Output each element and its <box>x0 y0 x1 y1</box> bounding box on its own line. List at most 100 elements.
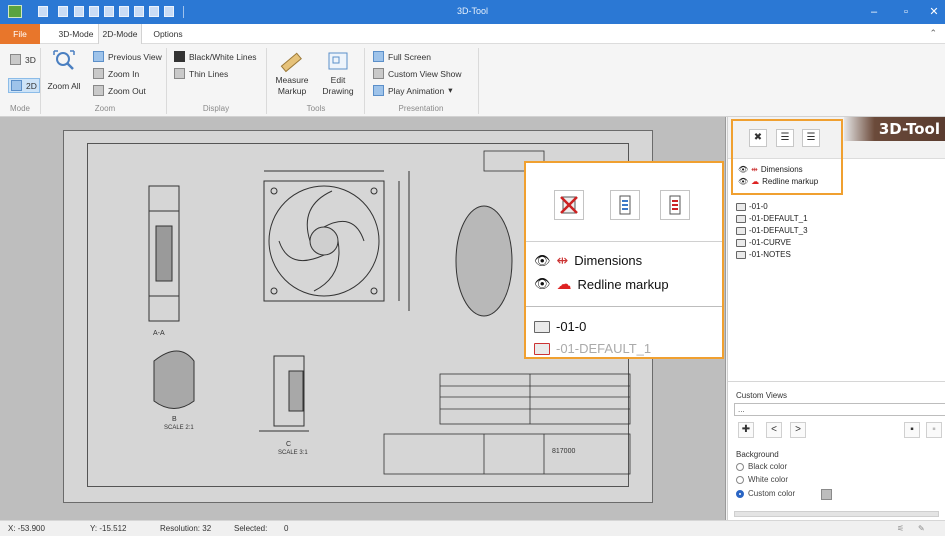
mode-2d-button[interactable]: 2D <box>8 78 40 93</box>
detail-c-scale: SCALE 3:1 <box>278 450 308 456</box>
group-mode-label: Mode <box>9 104 30 113</box>
group-separator <box>478 48 479 114</box>
collapse-ribbon-icon[interactable]: ⌃ <box>929 28 937 39</box>
maximize-icon[interactable]: ▫ <box>898 4 914 20</box>
black-white-icon <box>174 51 185 62</box>
mode-3d-button[interactable]: 3D <box>10 54 36 65</box>
dimension-icon: ⇹ <box>751 165 758 174</box>
save-view-icon[interactable]: ▪ <box>904 422 920 438</box>
tab-2d-mode[interactable]: 2D-Mode <box>98 24 142 44</box>
tab-file[interactable]: File <box>0 24 40 44</box>
previous-view-icon[interactable]: < <box>766 422 782 438</box>
detail-b-label: B <box>172 416 177 423</box>
layer-stack-icon <box>736 238 746 247</box>
callout-tree-label: -01-0 <box>556 319 587 334</box>
group-display-label: Display <box>202 104 230 113</box>
selected-label: Selected: <box>234 524 268 533</box>
x-coordinate: X: -53.900 <box>8 524 45 533</box>
tree-item[interactable]: -01-CURVE <box>736 238 791 247</box>
play-animation-button[interactable]: Play Animation ▾ <box>373 85 453 96</box>
tree-item[interactable]: -01-DEFAULT_3 <box>736 226 808 235</box>
remove-layer-icon[interactable] <box>660 190 690 220</box>
black-white-lines-label: Black/White Lines <box>189 51 257 62</box>
tree-item-label: -01-CURVE <box>749 238 792 247</box>
tree-item-label: -01-NOTES <box>749 250 791 259</box>
detail-b-scale: SCALE 2:1 <box>164 425 194 431</box>
play-animation-icon <box>373 85 384 96</box>
cube-icon <box>10 54 21 65</box>
ruler-icon <box>280 52 302 73</box>
previous-view-icon <box>93 51 104 62</box>
callout-layer-redline[interactable]: 👁 ☁ Redline markup <box>534 275 669 293</box>
minimize-icon[interactable]: – <box>866 4 882 20</box>
eye-icon[interactable]: 👁 <box>534 276 551 292</box>
layer-list-icon[interactable] <box>610 190 640 220</box>
tab-3d-mode[interactable]: 3D-Mode <box>54 24 98 44</box>
custom-color-swatch[interactable] <box>821 489 832 500</box>
title-bar: 3D-Tool – ▫ ✕ <box>0 0 945 24</box>
measure-icon[interactable]: ⚟ <box>897 524 904 533</box>
group-separator <box>266 48 267 114</box>
zoom-in-button[interactable]: Zoom In <box>93 68 139 79</box>
thin-lines-icon <box>174 68 185 79</box>
y-coordinate: Y: -15.512 <box>90 524 127 533</box>
callout-tree-item[interactable]: -01-0 <box>534 319 586 334</box>
tree-item-label: -01-0 <box>749 202 768 211</box>
zoom-all-label: Zoom All <box>47 81 81 91</box>
group-separator <box>40 48 41 114</box>
group-tools-label: Tools <box>306 104 326 113</box>
eye-icon[interactable]: 👁 <box>738 165 748 174</box>
panel-divider <box>728 381 945 382</box>
delete-view-icon[interactable]: ▪ <box>926 422 942 438</box>
status-bar: X: -53.900 Y: -15.512 Resolution: 32 Sel… <box>0 520 945 536</box>
callout-separator <box>526 306 722 307</box>
custom-view-show-button[interactable]: Custom View Show <box>373 68 462 79</box>
full-screen-button[interactable]: Full Screen <box>373 51 431 62</box>
right-panel: 3D-Tool ✖ ☰ ☰ 👁 ⇹ Dimensions 👁 ☁ Redline… <box>727 117 945 520</box>
layer-dimensions[interactable]: 👁 ⇹ Dimensions <box>738 165 803 174</box>
radio-label: Custom color <box>748 489 796 498</box>
tree-item[interactable]: -01-0 <box>736 202 768 211</box>
horizontal-scrollbar[interactable] <box>734 511 939 517</box>
cloud-markup-icon: ☁ <box>751 177 760 186</box>
mode-2d-label: 2D <box>26 80 37 91</box>
callout-tree-item[interactable]: -01-DEFAULT_1 <box>534 341 651 356</box>
callout-tree-label: -01-DEFAULT_1 <box>556 341 652 356</box>
tree-item[interactable]: -01-NOTES <box>736 250 791 259</box>
zoom-in-label: Zoom In <box>108 68 140 79</box>
group-separator <box>166 48 167 114</box>
layer-redline-markup[interactable]: 👁 ☁ Redline markup <box>738 177 818 186</box>
custom-views-select[interactable]: ... <box>734 403 945 416</box>
close-icon[interactable]: ✕ <box>926 4 942 20</box>
add-view-icon[interactable]: ✚ <box>738 422 754 438</box>
thin-lines-button[interactable]: Thin Lines <box>174 68 228 79</box>
tree-item-label: -01-DEFAULT_1 <box>749 214 808 223</box>
hide-all-layers-icon[interactable] <box>554 190 584 220</box>
radio-icon <box>736 462 744 471</box>
app-logo: 3D-Tool <box>844 117 945 141</box>
part-number: 817000 <box>552 448 576 455</box>
zoom-all-icon <box>53 50 75 70</box>
tree-item-label: -01-DEFAULT_3 <box>749 226 808 235</box>
eye-icon[interactable]: 👁 <box>738 177 748 186</box>
layer-stack-icon <box>736 226 746 235</box>
black-white-lines-button[interactable]: Black/White Lines <box>174 51 257 62</box>
ribbon: 3D 2D Mode Zoom All Previous View Zoom I… <box>0 44 945 117</box>
mode-3d-label: 3D <box>25 54 36 65</box>
previous-view-button[interactable]: Previous View <box>93 51 162 62</box>
tree-item[interactable]: -01-DEFAULT_1 <box>736 214 808 223</box>
background-black-radio[interactable]: Black color <box>736 462 787 471</box>
next-view-icon[interactable]: > <box>790 422 806 438</box>
callout-divider <box>526 241 722 242</box>
zoom-out-icon <box>93 85 104 96</box>
zoom-out-button[interactable]: Zoom Out <box>93 85 146 96</box>
chevron-down-icon: ▾ <box>448 85 453 95</box>
tab-options[interactable]: Options <box>150 24 186 44</box>
measure-markup-label: Measure Markup <box>275 75 309 96</box>
callout-layer-dimensions[interactable]: 👁 ⇹ Dimensions <box>534 252 642 269</box>
background-white-radio[interactable]: White color <box>736 475 788 484</box>
pencil-icon[interactable]: ✎ <box>918 524 925 533</box>
background-custom-radio[interactable]: Custom color <box>736 489 795 498</box>
edit-drawing-icon <box>328 52 348 70</box>
eye-icon[interactable]: 👁 <box>534 253 551 269</box>
